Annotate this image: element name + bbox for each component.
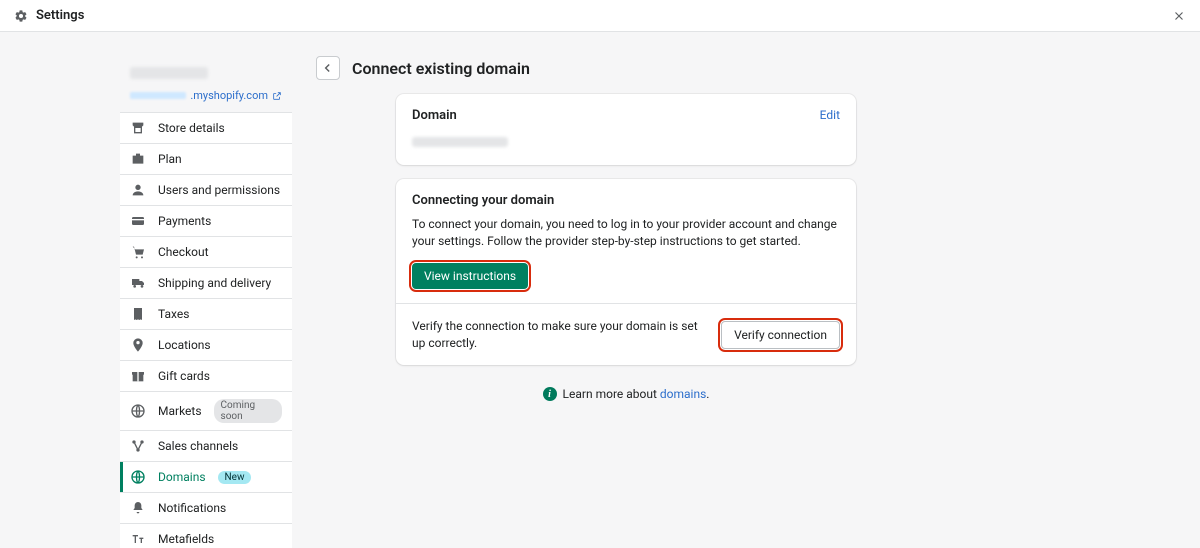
coming-soon-badge: Coming soon [214,399,282,423]
new-badge: New [218,471,252,484]
bell-icon [130,500,146,516]
sidebar-item-metafields[interactable]: Metafields [120,524,292,548]
sidebar-item-locations[interactable]: Locations [120,330,292,361]
settings-nav: Store details Plan Users and permissions… [120,112,292,548]
cards-column: Domain Edit Connecting your domain To co… [396,94,856,431]
sidebar-item-markets[interactable]: Markets Coming soon [120,392,292,431]
sidebar-item-gift-cards[interactable]: Gift cards [120,361,292,392]
globe-icon [130,403,146,419]
sidebar-item-users[interactable]: Users and permissions [120,175,292,206]
sidebar-item-sales-channels[interactable]: Sales channels [120,431,292,462]
page-title: Connect existing domain [352,59,530,78]
truck-icon [130,275,146,291]
store-icon [130,120,146,136]
info-icon: i [543,387,557,401]
settings-sidebar: .myshopify.com Store details Plan [120,56,292,548]
connect-card-title: Connecting your domain [412,193,840,208]
sidebar-item-plan[interactable]: Plan [120,144,292,175]
external-link-icon [272,91,282,101]
edit-domain-link[interactable]: Edit [820,108,840,122]
domains-help-link[interactable]: domains [660,387,706,401]
type-icon [130,531,146,547]
store-block: .myshopify.com [120,56,292,106]
store-subdomain-placeholder [130,92,186,99]
domain-card: Domain Edit [396,94,856,165]
sidebar-item-taxes[interactable]: Taxes [120,299,292,330]
gear-icon [14,9,28,23]
store-domain-suffix: .myshopify.com [190,89,268,102]
content-area: .myshopify.com Store details Plan [0,32,1200,548]
nodes-icon [130,438,146,454]
cart-icon [130,244,146,260]
sidebar-item-domains[interactable]: Domains New [120,462,292,493]
store-name-placeholder [130,67,208,79]
gift-icon [130,368,146,384]
topbar-title: Settings [36,8,84,23]
receipt-icon [130,306,146,322]
learn-more-text: Learn more about domains. [563,387,710,401]
connect-card-body: To connect your domain, you need to log … [412,216,840,251]
page-header: Connect existing domain [316,56,1080,80]
store-domain-link[interactable]: .myshopify.com [130,89,282,102]
domain-value-placeholder [412,137,508,147]
sidebar-item-notifications[interactable]: Notifications [120,493,292,524]
sidebar-item-payments[interactable]: Payments [120,206,292,237]
user-icon [130,182,146,198]
verify-text: Verify the connection to make sure your … [412,318,707,352]
sidebar-item-checkout[interactable]: Checkout [120,237,292,268]
columns: .myshopify.com Store details Plan [120,56,1080,548]
domain-card-title: Domain [412,108,457,123]
sidebar-item-store-details[interactable]: Store details [120,113,292,144]
close-icon[interactable] [1172,9,1186,23]
connect-card: Connecting your domain To connect your d… [396,179,856,365]
verify-connection-button[interactable]: Verify connection [721,321,840,349]
domain-card-header: Domain Edit [412,108,840,123]
sidebar-item-shipping[interactable]: Shipping and delivery [120,268,292,299]
pin-icon [130,337,146,353]
learn-more-row: i Learn more about domains. [396,379,856,431]
briefcase-icon [130,151,146,167]
back-button[interactable] [316,56,340,80]
main-content: Connect existing domain Domain Edit Conn… [316,56,1080,548]
card-icon [130,213,146,229]
topbar-left: Settings [14,8,84,23]
verify-row: Verify the connection to make sure your … [396,304,856,366]
topbar: Settings [0,0,1200,32]
globe-icon [130,469,146,485]
view-instructions-button[interactable]: View instructions [412,263,528,289]
